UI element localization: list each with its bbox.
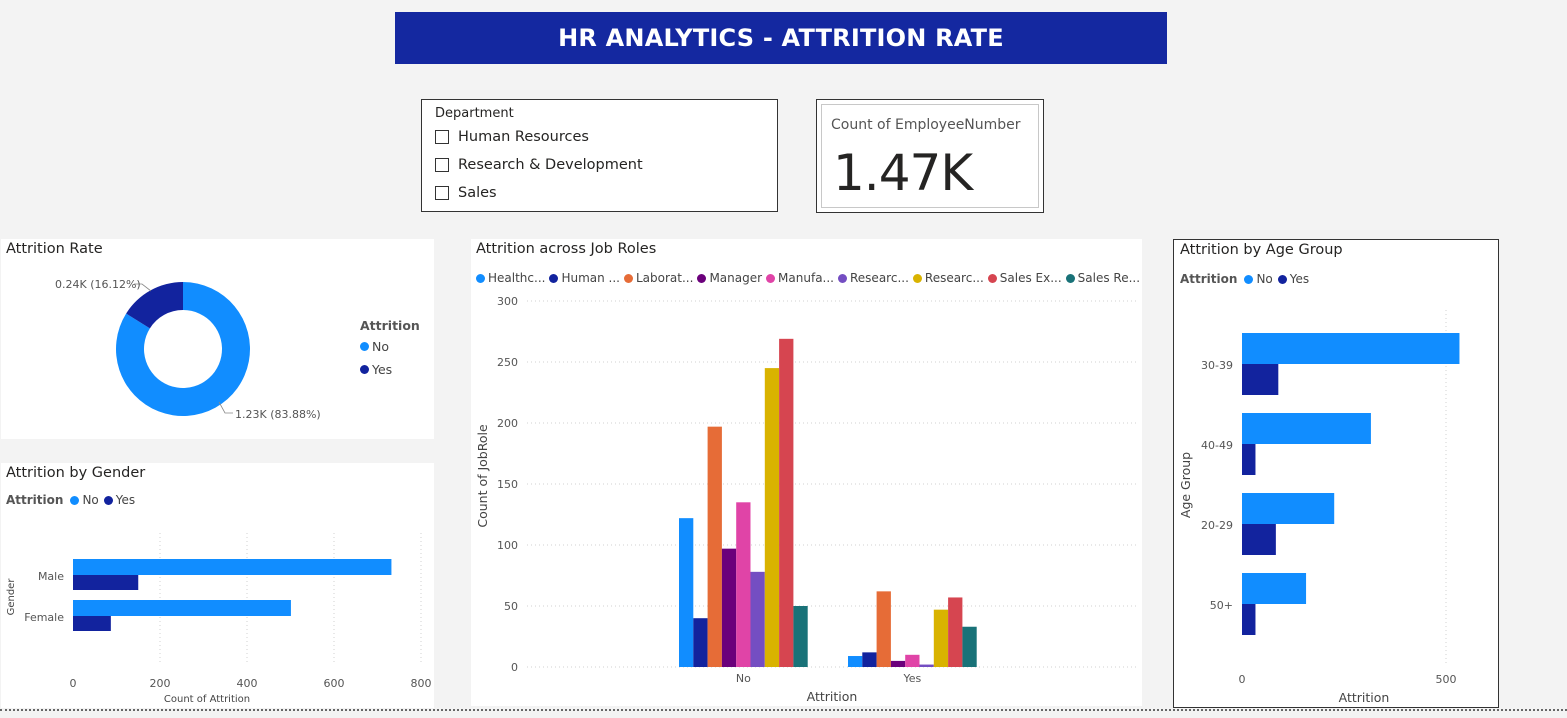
x-tick-label: 600 <box>324 677 345 690</box>
slicer-option-research-development[interactable]: Research & Development <box>435 157 643 173</box>
column-bar <box>707 426 722 667</box>
y-tick-label: 150 <box>497 478 518 491</box>
column-bar <box>876 591 891 667</box>
attrition-gender-panel[interactable]: Attrition by Gender Attrition No Yes 0 20… <box>1 463 434 708</box>
x-tick-label: Yes <box>902 672 921 685</box>
column-bar <box>721 548 737 667</box>
checkbox[interactable] <box>435 130 449 144</box>
x-tick-label: No <box>736 672 751 685</box>
y-tick-label: 0 <box>511 661 518 674</box>
attrition-job-roles-panel[interactable]: Attrition across Job Roles Healthc... Hum… <box>471 239 1142 706</box>
bar-yes <box>1242 364 1279 395</box>
legend-item-no[interactable]: No <box>360 339 389 354</box>
bar-no <box>1242 493 1335 524</box>
y-tick-label: 50 <box>504 600 518 613</box>
x-tick-label: 200 <box>150 677 171 690</box>
kpi-value: 1.47K <box>833 144 973 202</box>
bar-no <box>73 559 392 575</box>
attrition-age-panel[interactable]: Attrition by Age Group Attrition No Yes … <box>1173 239 1499 708</box>
donut-label-no: 1.23K (83.88%) <box>235 408 321 421</box>
slicer-option-label: Research & Development <box>458 157 643 173</box>
column-bar <box>764 368 780 667</box>
x-axis-title: Attrition <box>1339 690 1390 705</box>
donut-legend: Attrition No Yes <box>360 318 427 377</box>
y-tick-label: 50+ <box>1210 599 1233 612</box>
bar-no <box>1242 333 1460 364</box>
y-tick-label: 20-29 <box>1201 519 1233 532</box>
donut-label-yes: 0.24K (16.12%) <box>55 278 141 291</box>
y-tick-label: Female <box>24 611 64 624</box>
bar-no <box>1242 413 1371 444</box>
canvas-bottom-edge <box>0 709 1567 711</box>
slicer-option-label: Sales <box>458 185 497 201</box>
bar-yes <box>1242 604 1256 635</box>
x-tick-label: 0 <box>70 677 77 690</box>
y-axis-title: Count of JobRole <box>475 424 490 528</box>
attrition-job-roles-chart: 0 50 100 150 200 250 300 No Yes Attrition Count of… <box>475 295 1136 704</box>
column-bar <box>750 571 765 667</box>
checkbox[interactable] <box>435 158 449 172</box>
column-bar <box>848 656 863 667</box>
slicer-option-sales[interactable]: Sales <box>435 185 497 201</box>
x-tick-label: 800 <box>411 677 432 690</box>
y-tick-label: 40-49 <box>1201 439 1233 452</box>
column-bar <box>962 626 977 667</box>
column-bar <box>736 502 751 667</box>
checkbox[interactable] <box>435 186 449 200</box>
legend-label: Yes <box>372 362 393 377</box>
column-bar <box>905 654 920 667</box>
column-bar <box>948 597 963 667</box>
bar-yes <box>1242 444 1256 475</box>
slicer-option-label: Human Resources <box>458 129 589 145</box>
y-tick-label: 100 <box>497 539 518 552</box>
slicer-option-human-resources[interactable]: Human Resources <box>435 129 589 145</box>
bar-yes <box>1242 524 1276 555</box>
attrition-age-chart: 0 500 30-39 40-49 20-29 50+ Attrition Age Group <box>1178 310 1460 705</box>
x-tick-label: 500 <box>1436 673 1457 686</box>
column-bar <box>693 618 708 667</box>
column-bar <box>779 338 794 667</box>
bar-no <box>73 600 291 616</box>
x-axis-title: Attrition <box>807 689 858 704</box>
y-tick-label: 250 <box>497 356 518 369</box>
y-tick-label: Male <box>38 570 64 583</box>
legend-title: Attrition <box>360 318 420 333</box>
column-bar <box>862 652 877 667</box>
column-bar <box>933 609 949 667</box>
legend-dot-icon <box>360 342 369 351</box>
legend-item-yes[interactable]: Yes <box>360 362 392 377</box>
kpi-label: Count of EmployeeNumber <box>831 117 1021 133</box>
x-axis-title: Count of Attrition <box>164 694 250 705</box>
legend-dot-icon <box>360 365 369 374</box>
attrition-gender-chart: 0 200 400 600 800 Male Female Count of Attritio… <box>6 533 432 705</box>
bar-no <box>1242 573 1307 604</box>
column-bar <box>890 660 906 667</box>
dashboard-title: HR ANALYTICS - ATTRITION RATE <box>395 12 1167 64</box>
x-tick-label: 0 <box>1239 673 1246 686</box>
column-bar <box>679 518 694 667</box>
department-slicer: Department Human Resources Research & De… <box>421 99 778 212</box>
y-axis-title: Age Group <box>1178 452 1193 518</box>
bar-yes <box>73 616 111 631</box>
y-tick-label: 30-39 <box>1201 359 1233 372</box>
attrition-rate-panel[interactable]: Attrition Rate 0.24K (16.12%) 1.23K (83.… <box>1 239 434 439</box>
column-bar <box>919 664 934 667</box>
x-tick-label: 400 <box>237 677 258 690</box>
legend-label: No <box>372 339 389 354</box>
slicer-title: Department <box>435 106 514 121</box>
y-axis-title: Gender <box>6 578 17 616</box>
y-tick-label: 200 <box>497 417 518 430</box>
bar-yes <box>73 575 139 590</box>
y-tick-label: 300 <box>497 295 518 308</box>
column-bar <box>793 606 808 667</box>
kpi-card[interactable]: Count of EmployeeNumber 1.47K <box>816 99 1044 213</box>
